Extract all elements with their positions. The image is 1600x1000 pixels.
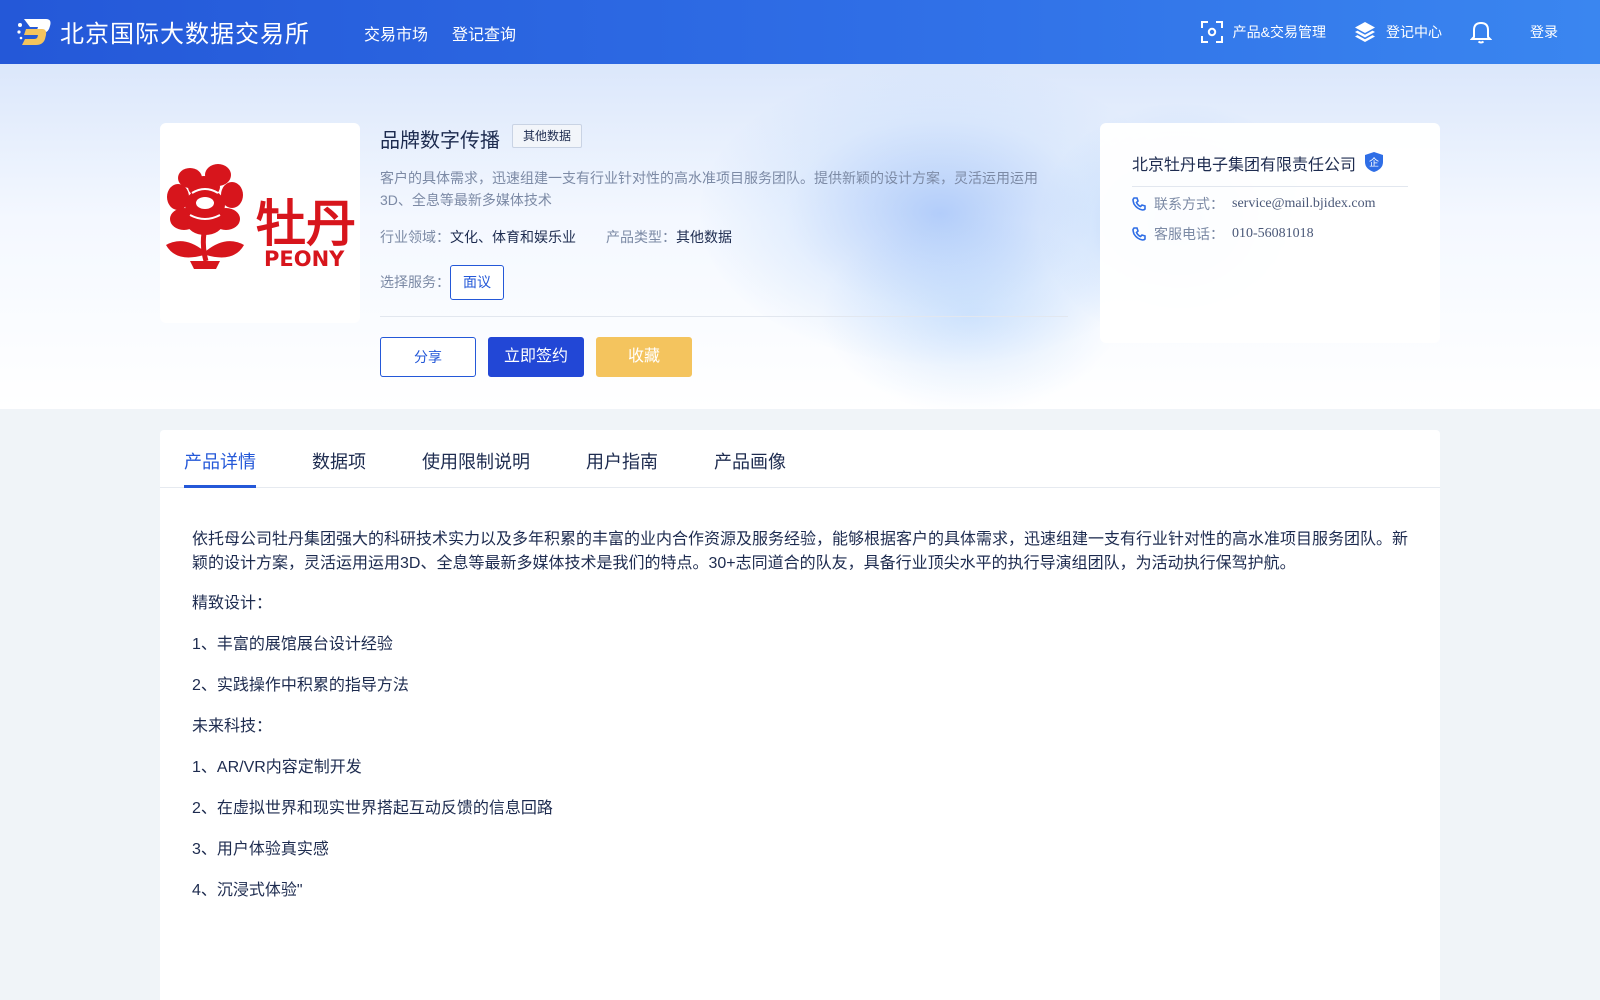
tab-product-profile[interactable]: 产品画像	[714, 448, 786, 474]
logo-characters: 牡丹	[256, 195, 356, 253]
contact-row: 联系方式： service@mail.bjidex.com	[1132, 194, 1376, 214]
product-trade-mgmt-label: 产品&交易管理	[1232, 24, 1326, 40]
product-logo-card: 牡丹 PEONY	[160, 123, 360, 323]
product-title: 品牌数字传播	[380, 130, 500, 152]
detail-tabs: 产品详情 数据项 使用限制说明 用户指南 产品画像	[160, 430, 1440, 488]
product-trade-mgmt-link[interactable]: 产品&交易管理	[1200, 21, 1326, 43]
register-center-label: 登记中心	[1386, 24, 1442, 40]
header-actions: 产品&交易管理 登记中心 登录	[1200, 0, 1600, 64]
divider	[1132, 186, 1408, 187]
industry-label: 行业领域：	[380, 229, 450, 245]
detail-line: 1、AR/VR内容定制开发	[192, 759, 362, 776]
contact-label: 联系方式：	[1154, 196, 1224, 212]
product-meta: 行业领域：文化、体育和娱乐业 产品类型：其他数据	[380, 227, 732, 247]
tab-usage-restrictions[interactable]: 使用限制说明	[422, 448, 530, 474]
product-type-label: 产品类型：	[606, 229, 676, 245]
service-option-negotiable[interactable]: 面议	[450, 265, 504, 300]
product-detail-panel: 产品详情 数据项 使用限制说明 用户指南 产品画像 依托母公司牡丹集团强大的科研…	[160, 430, 1440, 1000]
active-tab-indicator	[184, 485, 256, 488]
detail-line: 2、实践操作中积累的指导方法	[192, 677, 409, 694]
nav-trade-market[interactable]: 交易市场	[364, 21, 428, 45]
detail-body: 依托母公司牡丹集团强大的科研技术实力以及多年积累的丰富的业内合作资源及服务经验，…	[192, 528, 1414, 920]
login-link[interactable]: 登录	[1530, 22, 1558, 42]
divider	[380, 316, 1068, 317]
notification-button[interactable]	[1470, 20, 1492, 44]
detail-line: 3、用户体验真实感	[192, 841, 329, 858]
favorite-button[interactable]: 收藏	[596, 337, 692, 377]
hero-decoration	[820, 214, 1120, 409]
detail-line: 精致设计：	[192, 595, 273, 612]
tab-product-detail[interactable]: 产品详情	[184, 448, 256, 474]
tab-data-items[interactable]: 数据项	[312, 448, 366, 474]
tab-user-guide[interactable]: 用户指南	[586, 448, 658, 474]
main-nav: 交易市场 登记查询	[364, 21, 516, 45]
industry-value: 文化、体育和娱乐业	[450, 229, 576, 245]
layers-icon	[1355, 22, 1375, 42]
nav-registry-query[interactable]: 登记查询	[452, 21, 516, 45]
site-name[interactable]: 北京国际大数据交易所	[60, 14, 310, 49]
enterprise-badge-text: 企	[1369, 156, 1379, 169]
bell-icon	[1470, 21, 1492, 44]
sign-now-button[interactable]: 立即签约	[488, 337, 584, 377]
phone-icon	[1132, 227, 1146, 241]
detail-line: 1、丰富的展馆展台设计经验	[192, 636, 393, 653]
detail-line: 2、在虚拟世界和现实世界搭起互动反馈的信息回路	[192, 800, 553, 817]
service-select-label: 选择服务：	[380, 274, 450, 290]
peony-logo-image: 牡丹 PEONY	[166, 164, 356, 271]
provider-name[interactable]: 北京牡丹电子集团有限责任公司	[1132, 151, 1356, 175]
logo-wordmark: PEONY	[264, 247, 345, 271]
product-type-value: 其他数据	[676, 229, 732, 245]
scan-frame-icon	[1200, 21, 1223, 43]
detail-line: 4、沉浸式体验"	[192, 882, 303, 899]
product-category-tag: 其他数据	[512, 124, 583, 148]
phone-icon	[1132, 197, 1146, 211]
contact-email[interactable]: service@mail.bjidex.com	[1232, 196, 1376, 212]
register-center-link[interactable]: 登记中心	[1354, 21, 1442, 43]
provider-card: 北京牡丹电子集团有限责任公司 企 联系方式： service@mail.bjid…	[1100, 123, 1440, 343]
phone-number: 010-56081018	[1232, 226, 1314, 241]
phone-label: 客服电话：	[1154, 226, 1224, 242]
enterprise-verified-icon: 企	[1365, 152, 1383, 172]
share-button[interactable]: 分享	[380, 337, 476, 377]
detail-line: 未来科技：	[192, 718, 273, 735]
phone-row: 客服电话： 010-56081018	[1132, 224, 1314, 244]
top-navigation-bar: 北京国际大数据交易所 交易市场 登记查询 产品&交易管理 登记中心 登录	[0, 0, 1600, 64]
product-description: 客户的具体需求，迅速组建一支有行业针对性的高水准项目服务团队。提供新颖的设计方案…	[380, 170, 1038, 208]
detail-intro: 依托母公司牡丹集团强大的科研技术实力以及多年积累的丰富的业内合作资源及服务经验，…	[192, 531, 1409, 572]
bjidex-logo-icon[interactable]	[16, 15, 52, 49]
